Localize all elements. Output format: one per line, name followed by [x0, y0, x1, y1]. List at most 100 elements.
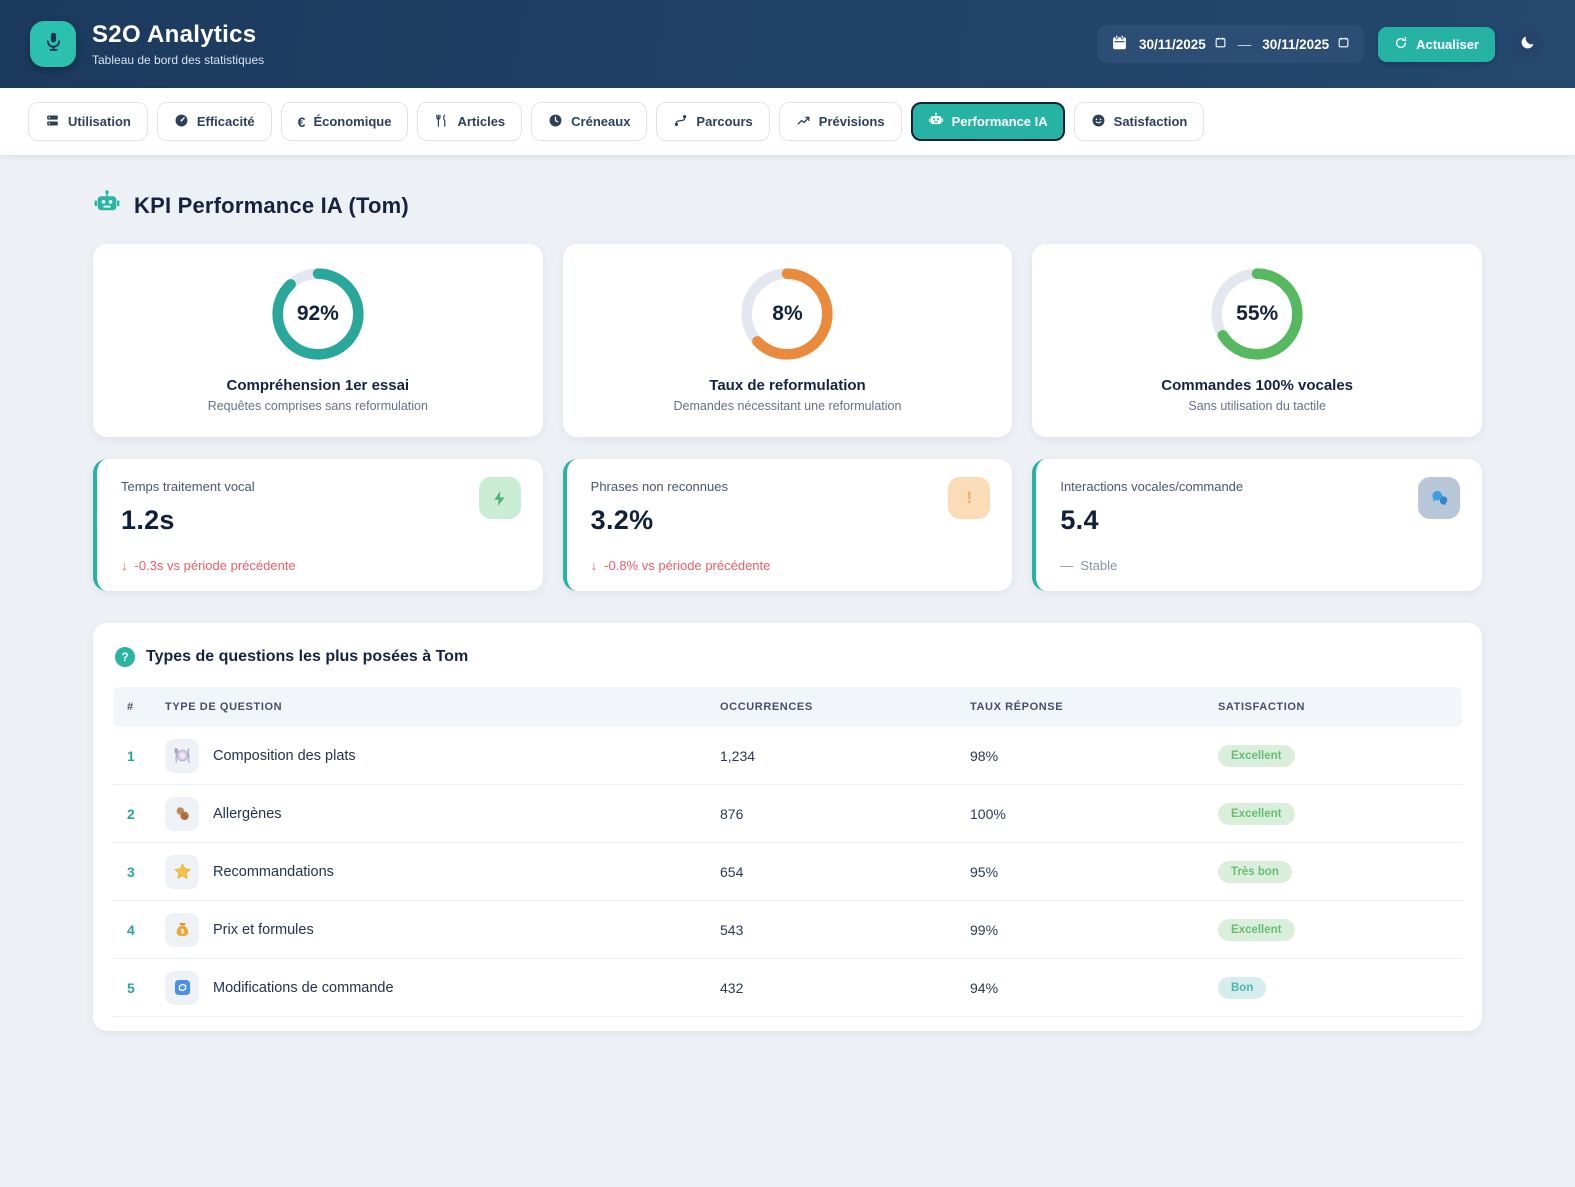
stat-title: Interactions vocales/commande	[1060, 479, 1244, 494]
question-label: Prix et formules	[213, 921, 314, 938]
stat-value: 3.2%	[590, 505, 654, 535]
brand: S2O Analytics Tableau de bord des statis…	[30, 21, 264, 67]
response-rate-value: 100%	[970, 805, 1006, 822]
stat-value: 1.2s	[121, 505, 175, 535]
row-rank: 1	[127, 747, 135, 764]
donut-chart: 8%	[739, 266, 835, 362]
donut-sublabel: Sans utilisation du tactile	[1188, 399, 1326, 413]
app-logo	[30, 21, 76, 67]
date-range-picker: 30/11/2025 — 30/11/2025	[1096, 25, 1365, 63]
date-to-value[interactable]: 30/11/2025	[1262, 37, 1329, 52]
tab-utilisation[interactable]: Utilisation	[28, 102, 148, 141]
question-circle-icon: ?	[115, 647, 135, 667]
satisfaction-badge: Excellent	[1218, 918, 1295, 941]
table-row: 2 Allergènes 876 100% Excellent	[113, 785, 1462, 843]
alert-icon: !	[948, 477, 991, 519]
response-rate-value: 99%	[970, 921, 999, 938]
stat-trend: — Stable	[1060, 558, 1118, 573]
tab-performance-ia[interactable]: Performance IA	[910, 102, 1065, 141]
tab-bar: Utilisation Efficacité € Économique Arti…	[0, 88, 1575, 155]
bolt-icon	[478, 477, 521, 519]
stat-trend: ↓ -0.3s vs période précédente	[121, 558, 296, 573]
stat-value: 5.4	[1060, 505, 1099, 535]
moneybag-icon: $	[165, 912, 199, 947]
table-row: 5 Modifications de commande 432 94% Bon	[113, 959, 1462, 1017]
svg-text:$: $	[180, 929, 184, 936]
calendar-icon	[1111, 34, 1128, 54]
stat-title: Phrases non reconnues	[590, 479, 728, 494]
occurrences-value: 432	[720, 979, 744, 996]
tab-creneaux[interactable]: Créneaux	[531, 102, 648, 141]
occurrences-value: 1,234	[720, 747, 756, 764]
donut-sublabel: Requêtes comprises sans reformulation	[207, 399, 428, 413]
euro-icon: €	[297, 113, 306, 130]
app-title: S2O Analytics	[92, 21, 257, 48]
peanut-icon	[165, 796, 199, 831]
utensils-icon	[434, 113, 449, 131]
satisfaction-badge: Excellent	[1218, 802, 1295, 825]
date-from-input[interactable]: 30/11/2025	[1139, 36, 1227, 52]
refresh-button[interactable]: Actualiser	[1378, 26, 1495, 62]
arrow-down-icon: ↓	[121, 558, 128, 573]
date-picker-indicator-icon[interactable]	[1214, 36, 1227, 52]
donut-value: 8%	[772, 302, 803, 325]
satisfaction-badge: Excellent	[1218, 744, 1295, 767]
date-picker-indicator-icon[interactable]	[1337, 36, 1350, 52]
route-icon	[673, 113, 688, 131]
robot-icon	[928, 112, 944, 131]
col-occurrences: Occurrences	[720, 701, 813, 713]
col-satisfaction: Satisfaction	[1218, 701, 1306, 713]
moon-icon	[1519, 34, 1536, 54]
question-label: Allergènes	[213, 805, 282, 822]
response-rate-value: 94%	[970, 979, 999, 996]
questions-card: ? Types de questions les plus posées à T…	[93, 623, 1482, 1031]
stat-card-temps-vocal: Temps traitement vocal 1.2s ↓ -0.3s vs p…	[93, 459, 543, 591]
tab-satisfaction[interactable]: Satisfaction	[1073, 102, 1205, 141]
arrow-down-icon: ↓	[590, 558, 598, 573]
star-icon	[165, 854, 199, 889]
row-rank: 3	[127, 863, 135, 880]
occurrences-value: 543	[720, 921, 744, 938]
col-rank: #	[127, 701, 134, 713]
donut-card-vocal: 55% Commandes 100% vocales Sans utilisat…	[1032, 244, 1482, 437]
date-from-value[interactable]: 30/11/2025	[1139, 37, 1206, 52]
donut-value: 55%	[1236, 302, 1279, 325]
robot-section-icon	[93, 189, 121, 222]
question-label: Modifications de commande	[213, 979, 394, 996]
tab-economique[interactable]: € Économique	[280, 102, 409, 141]
tab-articles[interactable]: Articles	[417, 102, 523, 141]
refresh-label: Actualiser	[1416, 36, 1479, 52]
tab-previsions[interactable]: Prévisions	[778, 102, 902, 141]
question-label: Composition des plats	[213, 747, 356, 764]
stat-title: Temps traitement vocal	[121, 479, 255, 494]
response-rate-value: 95%	[970, 863, 999, 880]
donut-chart: 92%	[270, 266, 366, 362]
question-label: Recommandations	[213, 863, 334, 880]
stable-dash-icon: —	[1060, 558, 1074, 573]
col-type: Type de question	[165, 701, 283, 713]
occurrences-value: 654	[720, 863, 744, 880]
smiley-icon	[1091, 113, 1106, 131]
tab-parcours[interactable]: Parcours	[656, 102, 770, 141]
main-content: KPI Performance IA (Tom) 92% Compréhensi…	[0, 155, 1575, 1031]
donut-card-comprehension: 92% Compréhension 1er essai Requêtes com…	[93, 244, 543, 437]
order-refresh-icon	[165, 970, 199, 1005]
app-subtitle: Tableau de bord des statistiques	[92, 53, 265, 67]
date-to-input[interactable]: 30/11/2025	[1262, 36, 1350, 52]
donut-label: Taux de reformulation	[709, 377, 866, 394]
stat-trend: ↓ -0.8% vs période précédente	[590, 558, 771, 573]
tab-efficacite[interactable]: Efficacité	[156, 102, 272, 141]
refresh-icon	[1394, 36, 1408, 53]
satisfaction-badge: Très bon	[1218, 860, 1292, 883]
row-rank: 4	[127, 921, 135, 938]
chart-line-icon	[796, 113, 811, 131]
donut-value: 92%	[296, 302, 339, 325]
stat-card-phrases: Phrases non reconnues ! 3.2% ↓ -0.8% vs …	[562, 459, 1013, 591]
donut-label: Compréhension 1er essai	[226, 377, 410, 394]
stat-card-interactions: Interactions vocales/commande 5.4 — Stab…	[1032, 459, 1482, 591]
table-row: 1 Composition des plats 1,234 98% Excell…	[113, 727, 1462, 785]
chat-bubbles-icon	[1417, 477, 1460, 519]
dark-mode-toggle[interactable]	[1509, 26, 1545, 62]
response-rate-value: 98%	[970, 747, 999, 764]
microphone-icon	[43, 31, 64, 57]
